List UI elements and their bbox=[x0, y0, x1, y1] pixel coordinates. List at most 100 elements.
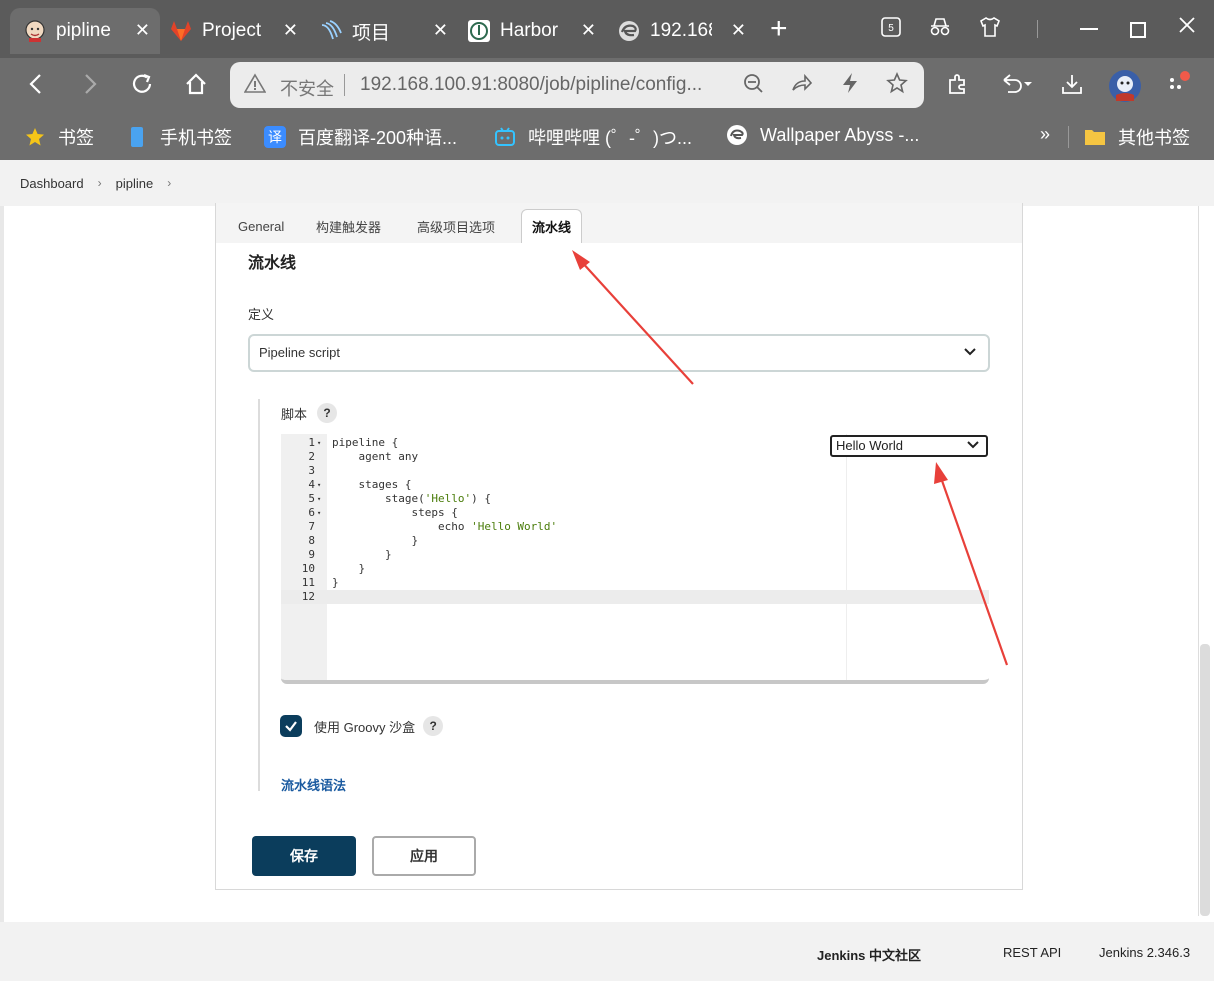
code-text: echo 'Hello World' bbox=[332, 520, 558, 533]
sandbox-label[interactable]: 使用 Groovy 沙盒 bbox=[314, 717, 415, 736]
code-line[interactable]: 11} bbox=[281, 576, 989, 590]
warning-icon[interactable] bbox=[243, 73, 267, 98]
version-link[interactable]: Jenkins 2.346.3 bbox=[1099, 945, 1190, 960]
code-text: stage('Hello') { bbox=[332, 492, 491, 505]
rest-api-link[interactable]: REST API bbox=[1003, 945, 1061, 960]
close-tab-icon[interactable]: ✕ bbox=[581, 20, 596, 41]
address-divider bbox=[344, 74, 345, 96]
security-label[interactable]: 不安全 bbox=[280, 75, 334, 101]
shirt-icon[interactable] bbox=[978, 16, 1002, 43]
pipeline-syntax-link[interactable]: 流水线语法 bbox=[281, 775, 346, 794]
code-line[interactable]: 12 bbox=[281, 590, 989, 604]
close-tab-icon[interactable]: ✕ bbox=[731, 20, 746, 41]
browser-tab-strip: pipline ✕ Project ✕ 项目 ✕ Harbor ✕ 192.16… bbox=[0, 0, 1214, 58]
help-icon[interactable]: ? bbox=[423, 716, 444, 736]
bookmark-item[interactable]: 译 百度翻译-200种语... bbox=[264, 124, 457, 150]
community-link[interactable]: Jenkins 中文社区 bbox=[817, 945, 921, 964]
fold-arrow-icon[interactable]: ▾ bbox=[317, 492, 321, 506]
close-tab-icon[interactable]: ✕ bbox=[433, 20, 448, 41]
star-icon bbox=[24, 126, 46, 148]
url-text[interactable]: 192.168.100.91:8080/job/pipline/config..… bbox=[360, 74, 730, 96]
browser-tab-project[interactable]: Project ✕ bbox=[168, 8, 308, 54]
bookmarks-bar: 书签 手机书签 译 百度翻译-200种语... 哔哩哔哩 (゜-゜)つ... W… bbox=[0, 114, 1214, 160]
line-number: 1 bbox=[308, 436, 315, 449]
browser-tab-project-cn[interactable]: 项目 ✕ bbox=[318, 8, 458, 54]
definition-label: 定义 bbox=[248, 307, 275, 322]
bookmark-item[interactable]: 哔哩哔哩 (゜-゜)つ... bbox=[494, 124, 692, 150]
close-window-icon[interactable] bbox=[1178, 16, 1196, 39]
config-tabs: General 构建触发器 高级项目选项 流水线 bbox=[216, 203, 1022, 243]
browser-tab-pipline[interactable]: pipline ✕ bbox=[10, 8, 160, 54]
groovy-sandbox-checkbox[interactable] bbox=[280, 715, 302, 737]
line-number: 4 bbox=[308, 478, 315, 491]
back-icon[interactable] bbox=[26, 72, 46, 103]
bookmark-label: 手机书签 bbox=[160, 128, 232, 148]
save-button[interactable]: 保存 bbox=[252, 836, 356, 876]
code-line[interactable]: 9 } bbox=[281, 548, 989, 562]
tab-general[interactable]: General bbox=[228, 209, 294, 243]
apply-button[interactable]: 应用 bbox=[372, 836, 476, 876]
chevron-down-icon bbox=[966, 438, 980, 455]
script-editor[interactable]: 1 ▾ pipeline {2 agent any 3 4 ▾ stages {5 ▾ st… bbox=[281, 434, 989, 684]
star-icon[interactable] bbox=[886, 71, 908, 100]
incognito-icon[interactable] bbox=[928, 16, 952, 43]
svg-text:5: 5 bbox=[888, 23, 894, 34]
fold-arrow-icon[interactable]: ▾ bbox=[317, 478, 321, 492]
zoom-out-icon[interactable] bbox=[742, 72, 764, 100]
bookmark-item[interactable]: Wallpaper Abyss -... bbox=[726, 124, 919, 146]
new-tab-button[interactable]: + bbox=[770, 14, 788, 44]
breadcrumb-pipline[interactable]: pipline bbox=[116, 176, 154, 191]
left-rail bbox=[0, 206, 4, 932]
reload-icon[interactable] bbox=[130, 72, 154, 103]
definition-select[interactable]: Pipeline script bbox=[248, 334, 990, 372]
extensions-icon[interactable] bbox=[946, 72, 970, 103]
code-line[interactable]: 4 ▾ stages { bbox=[281, 478, 989, 492]
fold-arrow-icon[interactable]: ▾ bbox=[317, 436, 321, 450]
fold-arrow-icon[interactable]: ▾ bbox=[317, 506, 321, 520]
tab-title: pipline bbox=[56, 20, 111, 41]
forward-icon[interactable] bbox=[80, 72, 100, 103]
folder-icon bbox=[1084, 126, 1106, 148]
code-line[interactable]: 10 } bbox=[281, 562, 989, 576]
browser-tab-harbor[interactable]: Harbor ✕ bbox=[466, 8, 606, 54]
close-tab-icon[interactable]: ✕ bbox=[135, 20, 150, 41]
code-line[interactable]: 7 echo 'Hello World' bbox=[281, 520, 989, 534]
lightning-icon[interactable] bbox=[840, 72, 860, 100]
sample-script-select[interactable]: Hello World bbox=[830, 435, 988, 457]
close-tab-icon[interactable]: ✕ bbox=[283, 20, 298, 41]
bookmark-item[interactable]: 书签 bbox=[24, 124, 94, 150]
share-icon[interactable] bbox=[790, 72, 813, 100]
tab-counter-icon[interactable]: 5 bbox=[880, 16, 902, 43]
script-label: 脚本 bbox=[281, 406, 308, 422]
download-icon[interactable] bbox=[1060, 72, 1084, 103]
code-line[interactable]: 3 bbox=[281, 464, 989, 478]
bookmark-item[interactable]: 手机书签 bbox=[126, 124, 232, 150]
breadcrumb: Dashboard › pipline › bbox=[0, 160, 1214, 206]
avatar[interactable] bbox=[1108, 69, 1142, 110]
address-bar[interactable]: 不安全 192.168.100.91:8080/job/pipline/conf… bbox=[230, 62, 924, 108]
line-number: 6 bbox=[308, 506, 315, 519]
code-text: } bbox=[332, 576, 339, 589]
browser-tab-ip[interactable]: 192.168 ✕ bbox=[616, 8, 756, 54]
undo-icon[interactable] bbox=[1000, 72, 1034, 103]
bookmarks-overflow-button[interactable]: » bbox=[1040, 124, 1050, 145]
menu-dots-icon[interactable] bbox=[1166, 68, 1196, 105]
scrollbar-thumb[interactable] bbox=[1200, 644, 1210, 916]
tab-build-triggers[interactable]: 构建触发器 bbox=[306, 209, 391, 243]
code-line[interactable]: 8 } bbox=[281, 534, 989, 548]
sample-script-value: Hello World bbox=[836, 438, 903, 453]
tab-advanced-options[interactable]: 高级项目选项 bbox=[407, 209, 505, 243]
breadcrumb-dashboard[interactable]: Dashboard bbox=[20, 176, 84, 191]
line-number: 3 bbox=[308, 464, 315, 477]
home-icon[interactable] bbox=[184, 72, 208, 103]
bookmark-label: Wallpaper Abyss -... bbox=[760, 124, 920, 145]
chevron-right-icon[interactable]: › bbox=[167, 176, 171, 190]
tab-pipeline[interactable]: 流水线 bbox=[521, 209, 583, 243]
tab-title: 192.168 bbox=[650, 20, 712, 41]
help-icon[interactable]: ? bbox=[317, 403, 338, 423]
code-line[interactable]: 5 ▾ stage('Hello') { bbox=[281, 492, 989, 506]
code-line[interactable]: 6 ▾ steps { bbox=[281, 506, 989, 520]
maximize-icon[interactable] bbox=[1130, 22, 1146, 38]
bookmark-folder[interactable]: 其他书签 bbox=[1084, 124, 1190, 150]
minimize-icon[interactable] bbox=[1080, 28, 1098, 30]
